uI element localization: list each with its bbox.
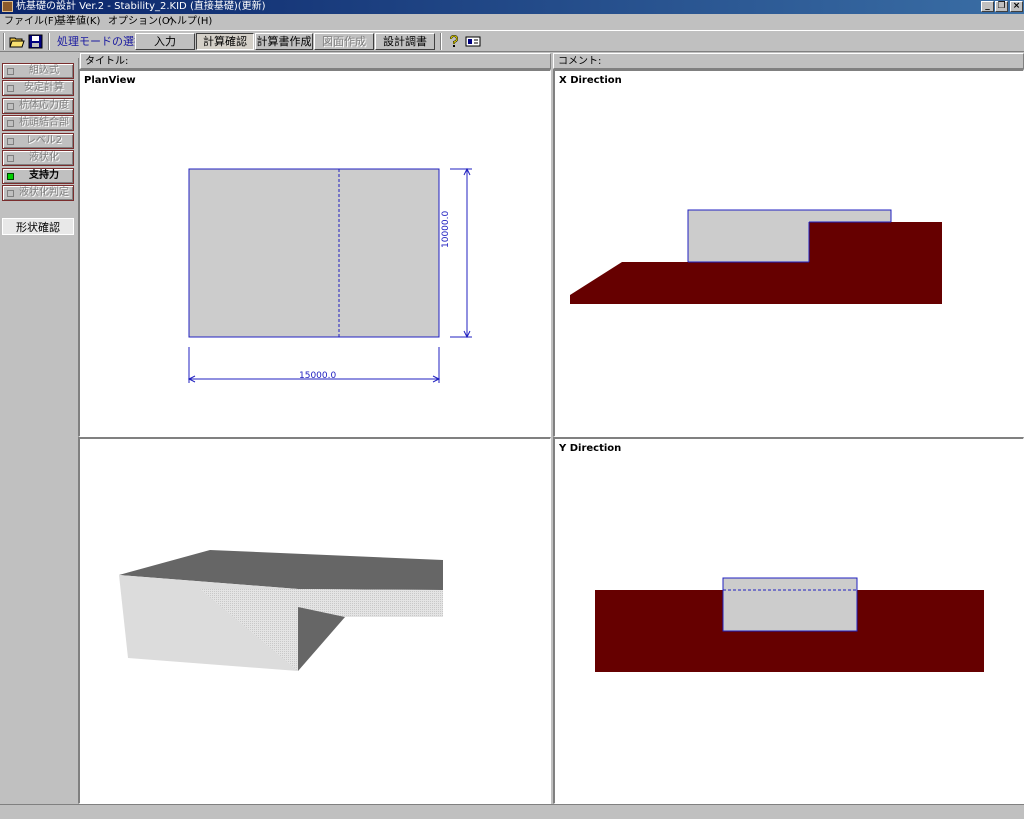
- minimize-button[interactable]: _: [981, 1, 994, 12]
- sidebar-item-label: 杭頭結合部: [19, 117, 69, 128]
- comment-header: コメント:: [553, 53, 1024, 69]
- maximize-button[interactable]: ❐: [995, 1, 1008, 12]
- y-direction-drawing: [595, 577, 984, 672]
- iso-view-drawing: [119, 550, 443, 671]
- mode-select-label: 処理モードの選択: [57, 35, 145, 48]
- sidebar-item-label: 液状化判定: [19, 187, 69, 198]
- status-led: [7, 103, 14, 110]
- sidebar-item-pile-stress[interactable]: 杭体応力度: [2, 98, 74, 114]
- x-direction-drawing: [570, 209, 942, 304]
- width-dimension-label: 15000.0: [299, 371, 337, 381]
- menu-help[interactable]: ヘルプ(H): [167, 14, 212, 29]
- sidebar-item-stability[interactable]: 安定計算: [2, 80, 74, 96]
- menu-file[interactable]: ファイル(F): [4, 14, 58, 29]
- sidebar-item-level2[interactable]: レベル2: [2, 133, 74, 149]
- calc-check-button[interactable]: 計算確認: [196, 33, 254, 50]
- title-header: タイトル:: [80, 53, 551, 69]
- sidebar-item-pile-head[interactable]: 杭頭結合部: [2, 115, 74, 131]
- drawing-create-button[interactable]: 図面作成: [314, 33, 374, 50]
- height-dimension-label: 10000.0: [441, 210, 451, 248]
- x-direction-panel[interactable]: X Direction: [553, 69, 1024, 437]
- plan-view-drawing: [187, 167, 472, 383]
- status-led: [7, 173, 14, 180]
- design-investigation-button[interactable]: 設計調書: [375, 33, 435, 50]
- sidebar-item-liquefaction-judgement[interactable]: 液状化判定: [2, 185, 74, 201]
- menu-bar: ファイル(F) 基準値(K) オプション(O) ヘルプ(H): [0, 14, 1024, 29]
- help-icon[interactable]: [446, 34, 462, 49]
- sidebar-item-label: 液状化: [29, 152, 59, 163]
- plan-view-panel[interactable]: PlanView 15000.0 10000.0: [78, 69, 551, 437]
- y-direction-panel[interactable]: Y Direction: [553, 437, 1024, 804]
- shape-check-button[interactable]: 形状確認: [2, 218, 74, 235]
- save-icon[interactable]: [28, 34, 44, 49]
- menu-options[interactable]: オプション(O): [108, 14, 174, 29]
- iso-view-panel[interactable]: [78, 437, 551, 804]
- status-led: [7, 120, 14, 127]
- app-icon[interactable]: [2, 1, 13, 12]
- sidebar-item-liquefaction[interactable]: 液状化: [2, 150, 74, 166]
- sidebar-item-label: 杭体応力度: [19, 100, 69, 111]
- sidebar-item-label: レベル2: [25, 135, 63, 146]
- sidebar-item-label: 組込式: [29, 65, 59, 76]
- status-led: [7, 190, 14, 197]
- sidebar-item-embedded[interactable]: 組込式: [2, 63, 74, 79]
- toolbar-separator: [440, 33, 442, 50]
- footing-notch-face: [298, 607, 345, 671]
- open-folder-icon[interactable]: [9, 34, 25, 49]
- toolbar-separator: [48, 33, 50, 50]
- status-bar: [0, 804, 1024, 819]
- footing-plan: [188, 168, 440, 338]
- menu-standard-values[interactable]: 基準値(K): [56, 14, 100, 29]
- toolbar: 処理モードの選択 入力 計算確認 計算書作成 図面作成 設計調書: [0, 30, 1024, 52]
- status-led: [7, 85, 14, 92]
- close-button[interactable]: ×: [1010, 1, 1023, 12]
- left-sidebar: 組込式 安定計算 杭体応力度 杭頭結合部 レベル2 液状化 支持力 液状化判定 …: [0, 58, 79, 804]
- version-info-icon[interactable]: [465, 34, 481, 49]
- toolbar-grip: [3, 33, 5, 50]
- report-create-button[interactable]: 計算書作成: [255, 33, 313, 50]
- footing-section: [722, 577, 858, 632]
- sidebar-item-label: 支持力: [29, 170, 59, 181]
- window-title: 杭基礎の設計 Ver.2 - Stability_2.KID (直接基礎)(更新…: [16, 1, 266, 12]
- sidebar-item-bearing-capacity[interactable]: 支持力: [2, 168, 74, 184]
- status-led: [7, 155, 14, 162]
- input-button[interactable]: 入力: [135, 33, 195, 50]
- status-led: [7, 68, 14, 75]
- status-led: [7, 138, 14, 145]
- sidebar-item-label: 安定計算: [24, 82, 64, 93]
- title-bar: 杭基礎の設計 Ver.2 - Stability_2.KID (直接基礎)(更新…: [0, 0, 1024, 14]
